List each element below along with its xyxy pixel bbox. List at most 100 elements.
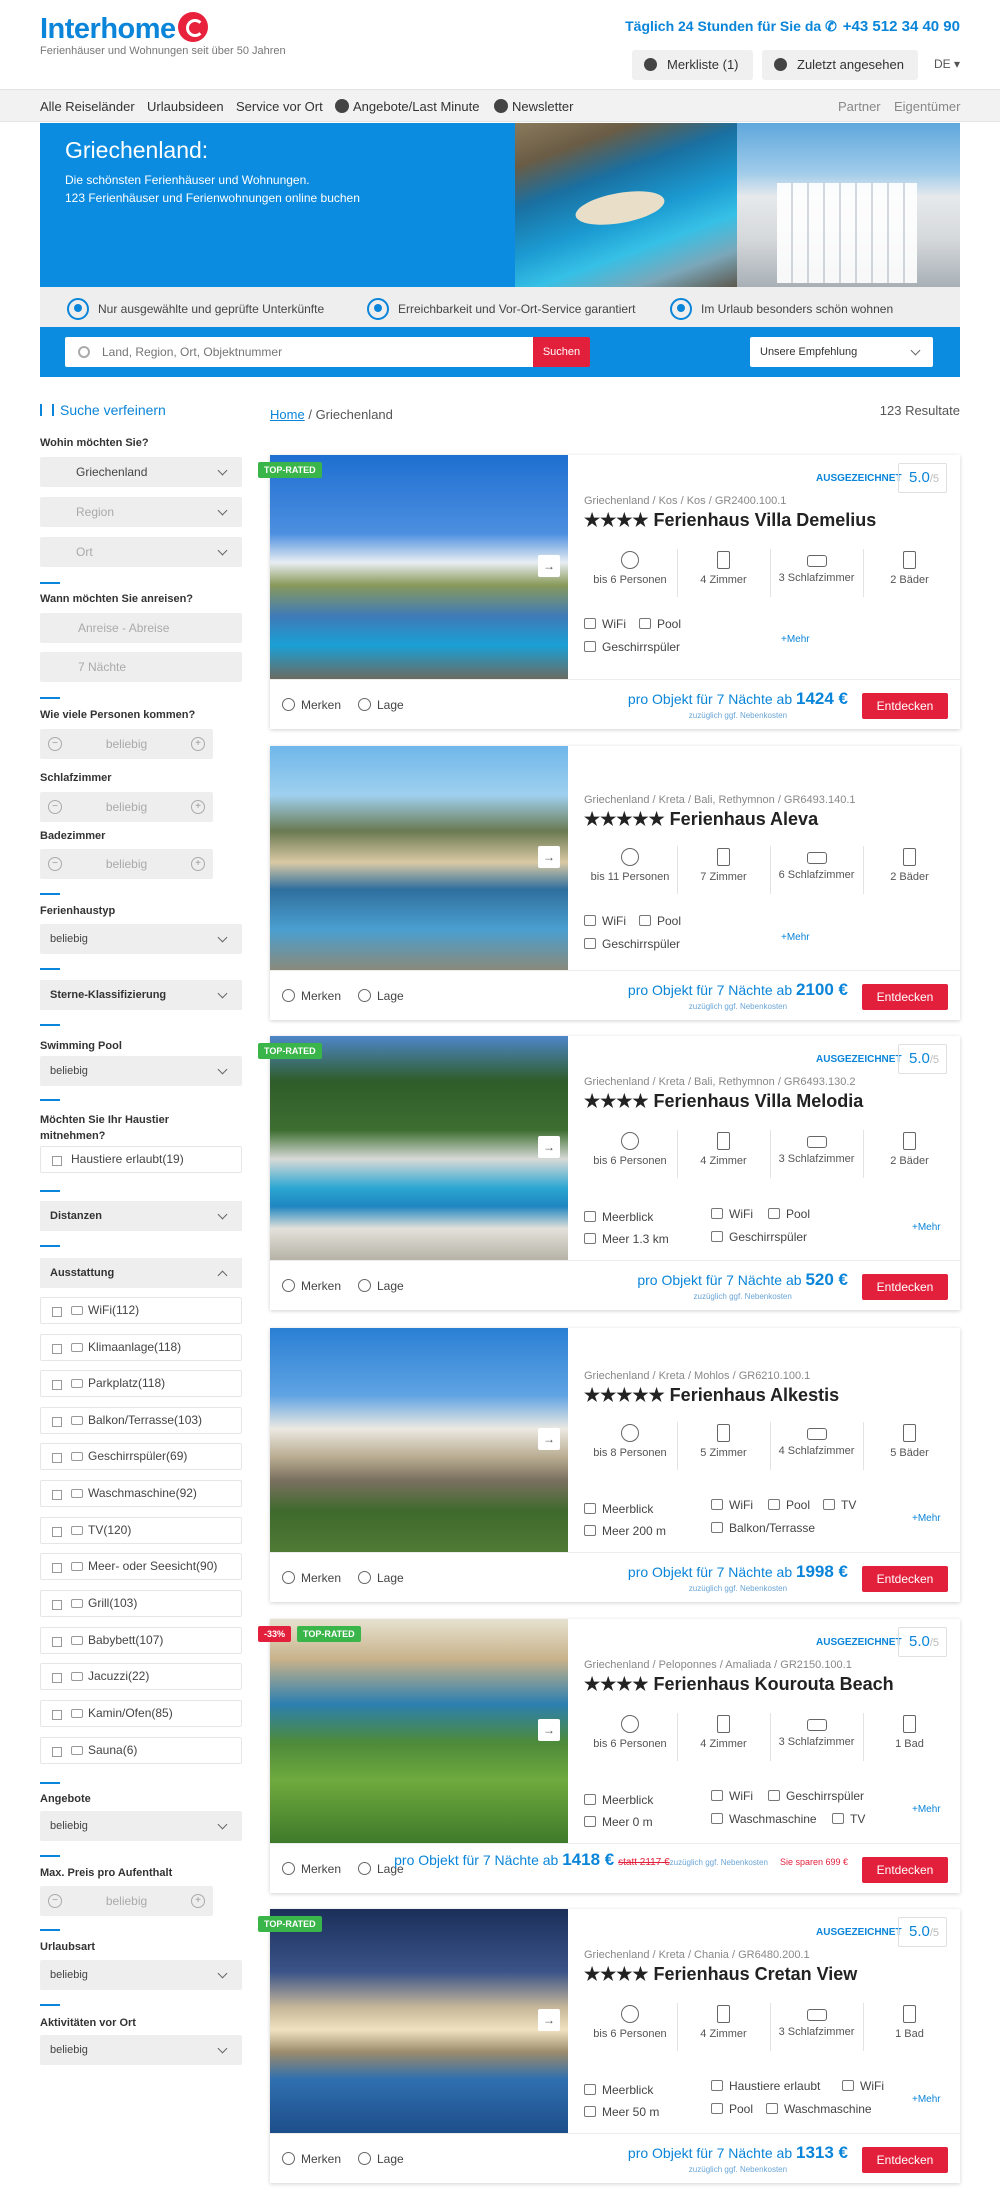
location-button[interactable]: Lage [358, 2152, 404, 2166]
equipment-babybed[interactable]: Babybett(107) [40, 1627, 242, 1654]
discover-button[interactable]: Entdecken [862, 1274, 948, 1300]
discover-button[interactable]: Entdecken [862, 984, 948, 1010]
type-select[interactable]: beliebig [40, 924, 242, 954]
nav-item-newsletter[interactable]: Newsletter [494, 99, 573, 114]
listing-title[interactable]: ★★★★★ Ferienhaus Aleva [584, 809, 818, 830]
listing-title[interactable]: ★★★★★ Ferienhaus Alkestis [584, 1385, 839, 1406]
nav-item-offers[interactable]: Angebote/Last Minute [335, 99, 479, 114]
location-button[interactable]: Lage [358, 1571, 404, 1585]
equipment-aircon[interactable]: Klimaanlage(118) [40, 1334, 242, 1361]
equipment-seaview[interactable]: Meer- oder Seesicht(90) [40, 1553, 242, 1580]
nights-select[interactable]: 7 Nächte [40, 652, 242, 682]
main-nav: Alle Reiseländer Urlaubsideen Service vo… [0, 89, 1000, 122]
holiday-type-select[interactable]: beliebig [40, 1960, 242, 1990]
location-button[interactable]: Lage [358, 698, 404, 712]
equipment-filter[interactable]: Ausstattung [40, 1258, 242, 1288]
bookmark-button[interactable]: Merken [282, 1862, 341, 1876]
equipment-tv[interactable]: TV(120) [40, 1517, 242, 1544]
plus-icon[interactable]: + [191, 1894, 205, 1908]
next-image-icon[interactable]: → [538, 555, 560, 577]
bookmark-button[interactable]: Merken [282, 1279, 341, 1293]
nav-partner[interactable]: Partner [838, 99, 881, 114]
more-link[interactable]: +Mehr [912, 1513, 941, 1524]
next-image-icon[interactable]: → [538, 2009, 560, 2031]
distances-filter[interactable]: Distanzen [40, 1201, 242, 1231]
country-select[interactable]: Griechenland [40, 457, 242, 487]
listing-card[interactable]: TOP-RATED → AUSGEZEICHNET 5.0/5 Griechen… [258, 1036, 960, 1310]
offers-select[interactable]: beliebig [40, 1811, 242, 1841]
listing-image[interactable]: → [270, 455, 568, 679]
bookmark-button[interactable]: Merken [282, 1571, 341, 1585]
more-link[interactable]: +Mehr [781, 634, 810, 645]
bathrooms-stepper[interactable]: − beliebig + [40, 849, 213, 879]
discover-button[interactable]: Entdecken [862, 1566, 948, 1592]
equipment-jacuzzi[interactable]: Jacuzzi(22) [40, 1663, 242, 1690]
search-input[interactable] [65, 337, 533, 367]
equipment-sauna[interactable]: Sauna(6) [40, 1737, 242, 1764]
nav-item-countries[interactable]: Alle Reiseländer [40, 99, 135, 114]
bookmark-button[interactable]: Merken [282, 698, 341, 712]
pets-allowed-checkbox[interactable]: Haustiere erlaubt(19) [40, 1146, 242, 1173]
listing-card[interactable]: TOP-RATED → AUSGEZEICHNET 5.0/5 Griechen… [258, 455, 960, 729]
listing-title[interactable]: ★★★★ Ferienhaus Kourouta Beach [584, 1674, 894, 1695]
place-select[interactable]: Ort [40, 537, 242, 567]
discover-button[interactable]: Entdecken [862, 1857, 948, 1883]
persons-stepper[interactable]: − beliebig + [40, 729, 213, 759]
next-image-icon[interactable]: → [538, 1136, 560, 1158]
bookmark-button[interactable]: Merken [282, 2152, 341, 2166]
more-link[interactable]: +Mehr [912, 1804, 941, 1815]
listing-image[interactable]: → [270, 1036, 568, 1260]
language-select[interactable]: DE ▾ [934, 57, 960, 71]
plus-icon[interactable]: + [191, 800, 205, 814]
listing-card[interactable]: → Griechenland / Kreta / Mohlos / GR6210… [270, 1328, 960, 1602]
next-image-icon[interactable]: → [538, 1719, 560, 1741]
breadcrumb-home[interactable]: Home [270, 407, 305, 422]
pool-select[interactable]: beliebig [40, 1056, 242, 1086]
location-button[interactable]: Lage [358, 1279, 404, 1293]
next-image-icon[interactable]: → [538, 846, 560, 868]
sort-select[interactable]: Unsere Empfehlung [750, 337, 933, 367]
discover-button[interactable]: Entdecken [862, 693, 948, 719]
more-link[interactable]: +Mehr [912, 1222, 941, 1233]
activities-select[interactable]: beliebig [40, 2035, 242, 2065]
listing-title[interactable]: ★★★★ Ferienhaus Cretan View [584, 1964, 857, 1985]
more-link[interactable]: +Mehr [781, 932, 810, 943]
listing-image[interactable]: → [270, 1619, 568, 1843]
equipment-fireplace[interactable]: Kamin/Ofen(85) [40, 1700, 242, 1727]
equipment-balcony[interactable]: Balkon/Terrasse(103) [40, 1407, 242, 1434]
bookmark-button[interactable]: Merken [282, 989, 341, 1003]
nav-item-ideas[interactable]: Urlaubsideen [147, 99, 224, 114]
date-range-input[interactable]: Anreise - Abreise [40, 613, 242, 643]
location-button[interactable]: Lage [358, 989, 404, 1003]
recently-viewed-button[interactable]: Zuletzt angesehen [762, 50, 918, 80]
next-image-icon[interactable]: → [538, 1428, 560, 1450]
equipment-grill[interactable]: Grill(103) [40, 1590, 242, 1617]
bedrooms-stepper[interactable]: − beliebig + [40, 792, 213, 822]
listing-title[interactable]: ★★★★ Ferienhaus Villa Demelius [584, 510, 876, 531]
discover-button[interactable]: Entdecken [862, 2147, 948, 2173]
listing-card[interactable]: -33% TOP-RATED → AUSGEZEICHNET 5.0/5 Gri… [258, 1619, 960, 1893]
refine-search-title[interactable]: Suche verfeinern [40, 402, 166, 418]
listing-image[interactable]: → [270, 1328, 568, 1552]
plus-icon[interactable]: + [191, 857, 205, 871]
watchlist-button[interactable]: Merkliste (1) [632, 50, 753, 80]
nav-owner[interactable]: Eigentümer [894, 99, 960, 114]
stars-filter[interactable]: Sterne-Klassifizierung [40, 980, 242, 1010]
listing-image[interactable]: → [270, 1909, 568, 2133]
equipment-washer[interactable]: Waschmaschine(92) [40, 1480, 242, 1507]
equipment-dishwasher[interactable]: Geschirrspüler(69) [40, 1443, 242, 1470]
search-button[interactable]: Suchen [533, 337, 590, 367]
hotline[interactable]: Täglich 24 Stunden für Sie da ✆ +43 512 3… [625, 18, 960, 35]
region-select[interactable]: Region [40, 497, 242, 527]
listing-card[interactable]: → Griechenland / Kreta / Bali, Rethymnon… [270, 746, 960, 1020]
listing-card[interactable]: TOP-RATED → AUSGEZEICHNET 5.0/5 Griechen… [258, 1909, 960, 2183]
max-price-stepper[interactable]: − beliebig + [40, 1886, 213, 1916]
listing-title[interactable]: ★★★★ Ferienhaus Villa Melodia [584, 1091, 863, 1112]
equipment-parking[interactable]: Parkplatz(118) [40, 1370, 242, 1397]
nav-item-service[interactable]: Service vor Ort [236, 99, 323, 114]
plus-icon[interactable]: + [191, 737, 205, 751]
more-link[interactable]: +Mehr [912, 2094, 941, 2105]
equipment-wifi[interactable]: WiFi(112) [40, 1297, 242, 1324]
logo[interactable]: Interhome [40, 12, 208, 46]
listing-image[interactable]: → [270, 746, 568, 970]
